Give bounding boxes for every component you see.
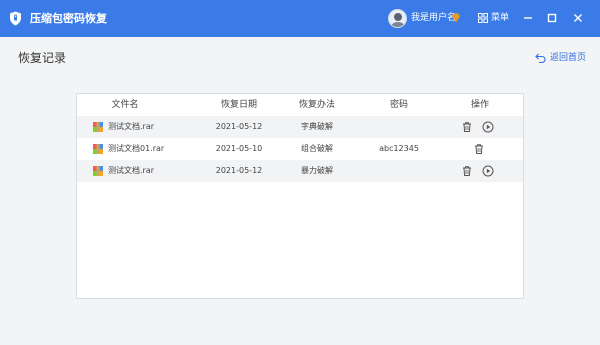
header-method: 恢复办法 (298, 100, 336, 110)
file-icon (93, 144, 103, 154)
cell-method: 组合破解 (301, 144, 333, 153)
back-home-link[interactable]: 返回首页 (535, 52, 586, 64)
shield-icon (10, 11, 21, 26)
cell-method: 暴力破解 (301, 166, 333, 175)
minimize-button[interactable] (519, 9, 537, 27)
back-home-label[interactable]: 返回首页 (550, 52, 586, 64)
records-table: 文件名 恢复日期 恢复办法 密码 操作 测试文档.rar 2021-05-12 … (76, 93, 524, 299)
cell-date: 2021-05-12 (215, 166, 263, 175)
cell-method: 字典破解 (301, 122, 333, 131)
menu-grid-icon[interactable] (478, 13, 488, 23)
cell-filename: 测试文档01.rar (108, 144, 165, 153)
table-row[interactable]: 测试文档.rar 2021-05-12 暴力破解 (77, 160, 523, 182)
play-icon[interactable] (482, 121, 494, 133)
cell-password: abc12345 (379, 144, 419, 153)
cell-filename: 测试文档.rar (108, 122, 155, 131)
trash-icon[interactable] (461, 165, 473, 177)
trash-icon[interactable] (473, 143, 485, 155)
menu-label[interactable]: 菜单 (491, 12, 509, 25)
cell-date: 2021-05-10 (215, 144, 263, 153)
minimize-icon (524, 17, 532, 19)
file-icon (93, 122, 103, 132)
cell-filename: 测试文档.rar (108, 166, 155, 175)
close-icon (574, 14, 582, 22)
close-button[interactable] (569, 9, 587, 27)
header-filename: 文件名 (111, 100, 139, 110)
file-icon (93, 166, 103, 176)
header-password: 密码 (389, 100, 409, 110)
back-arrow-icon (535, 53, 546, 63)
maximize-icon (547, 13, 557, 23)
app-title: 压缩包密码恢复 (30, 12, 107, 25)
page-title: 恢复记录 (18, 51, 67, 65)
table-row[interactable]: 测试文档.rar 2021-05-12 字典破解 (77, 116, 523, 138)
maximize-button[interactable] (543, 9, 561, 27)
cell-date: 2021-05-12 (215, 122, 263, 131)
play-icon[interactable] (482, 165, 494, 177)
header-date: 恢复日期 (220, 100, 258, 110)
table-row[interactable]: 测试文档01.rar 2021-05-10 组合破解 abc12345 (77, 138, 523, 160)
title-bar: 压缩包密码恢复 我是用户名 菜单 (0, 0, 600, 37)
avatar[interactable] (388, 9, 407, 28)
trash-icon[interactable] (461, 121, 473, 133)
header-actions: 操作 (470, 100, 490, 110)
vip-icon (452, 13, 460, 23)
table-header: 文件名 恢复日期 恢复办法 密码 操作 (77, 94, 523, 116)
